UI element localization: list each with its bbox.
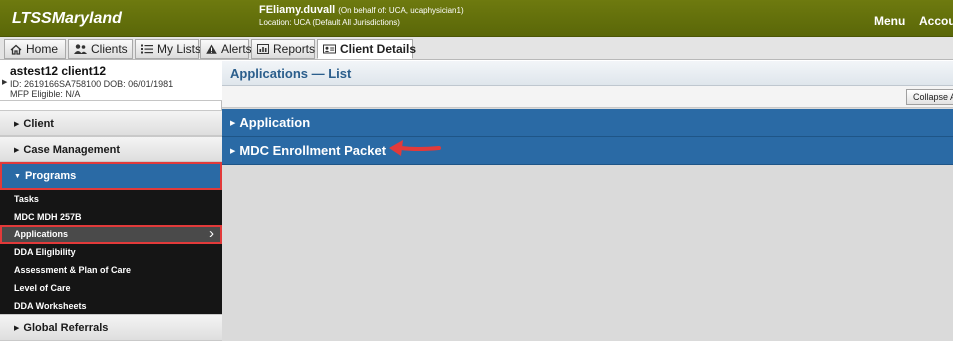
- caret-right-icon: ▶: [230, 148, 236, 155]
- app-logo[interactable]: LTSSMaryland: [12, 10, 122, 28]
- user-name: FEliamy.duvall: [259, 4, 336, 16]
- alert-icon: [206, 44, 217, 54]
- tab-clients[interactable]: Clients: [68, 39, 133, 59]
- submenu-item-assessment-plan-of-care[interactable]: Assessment & Plan of Care: [0, 261, 222, 279]
- submenu-item-dda-worksheets[interactable]: DDA Worksheets: [0, 297, 222, 315]
- sidebar: ▶ astest12 client12 ID: 2619166SA758100 …: [0, 61, 222, 341]
- submenu-item-level-of-care[interactable]: Level of Care: [0, 279, 222, 297]
- menu-link[interactable]: Menu: [874, 14, 905, 28]
- collapse-all-button[interactable]: Collapse Al: [905, 89, 953, 105]
- client-card[interactable]: ▶ astest12 client12 ID: 2619166SA758100 …: [0, 61, 222, 101]
- top-bar: LTSSMaryland FEliamy.duvall (On behalf of…: [0, 0, 953, 37]
- account-link[interactable]: Accou: [919, 14, 953, 28]
- tab-reports[interactable]: Reports: [251, 39, 315, 59]
- sidebar-item-label: Global Referrals: [23, 322, 109, 334]
- sidebar-item-case-management[interactable]: ▶ Case Management: [0, 136, 222, 162]
- tab-my-lists[interactable]: My Lists: [135, 39, 202, 59]
- list-toolbar: Collapse Al: [222, 86, 953, 108]
- tab-label: Home: [26, 42, 59, 56]
- section-label: MDC Enrollment Packet: [239, 143, 387, 158]
- section-application[interactable]: ▶ Application: [222, 109, 953, 137]
- annotation-arrow-icon: [389, 140, 441, 156]
- submenu-item-label: Applications: [14, 229, 69, 239]
- caret-right-icon: ▶: [14, 325, 20, 332]
- behalf-text: (On behalf of: UCA, ucaphysician1): [338, 6, 464, 15]
- client-name: astest12 client12: [10, 64, 107, 78]
- tab-home[interactable]: Home: [4, 39, 66, 59]
- caret-right-icon: ▶: [230, 120, 236, 127]
- user-info: FEliamy.duvall (On behalf of: UCA, ucaphy…: [259, 4, 464, 27]
- sidebar-item-label: Client: [23, 118, 54, 130]
- submenu-item-mdc-mdh-257b[interactable]: MDC MDH 257B: [0, 208, 222, 226]
- sidebar-item-global-referrals[interactable]: ▶ Global Referrals: [0, 314, 222, 341]
- tab-label: My Lists: [157, 42, 202, 56]
- id-card-icon: [323, 44, 336, 54]
- list-icon: [141, 44, 153, 54]
- main-content: Applications — List Collapse Al ▶Applica…: [222, 61, 953, 341]
- location-text: Location: UCA (Default All Jurisdictions…: [259, 18, 400, 27]
- tab-alerts[interactable]: Alerts: [200, 39, 252, 59]
- tab-label: Clients: [91, 42, 128, 56]
- caret-right-icon: ▶: [14, 147, 20, 154]
- client-id: ID: 2619166SA758100 DOB: 06/01/1981: [10, 79, 174, 89]
- tab-label: Alerts: [221, 42, 252, 56]
- caret-right-icon: ▶: [14, 121, 20, 128]
- caret-down-icon: ▼: [14, 173, 21, 180]
- sidebar-item-client[interactable]: ▶ Client: [0, 110, 222, 136]
- chevron-right-icon: ›: [209, 225, 214, 242]
- section-label: Application: [239, 115, 311, 130]
- sidebar-item-label: Case Management: [23, 144, 120, 156]
- nav-tabs: Home Clients My Lists Alerts Reports Cli…: [0, 37, 953, 60]
- user-line: FEliamy.duvall (On behalf of: UCA, ucaphy…: [259, 4, 464, 16]
- client-mfp: MFP Eligible: N/A: [10, 89, 81, 99]
- submenu-item-tasks[interactable]: Tasks: [0, 190, 222, 208]
- caret-right-icon: ▶: [2, 79, 8, 86]
- tab-label: Reports: [273, 42, 316, 56]
- section-mdc-enrollment-packet[interactable]: ▶ MDC Enrollment Packet: [222, 137, 953, 165]
- tab-label: Client Details: [340, 42, 417, 56]
- submenu-item-applications[interactable]: Applications ›: [0, 225, 222, 244]
- tab-client-details[interactable]: Client Details: [317, 39, 417, 59]
- sidebar-item-programs[interactable]: ▼ Programs: [0, 162, 222, 190]
- submenu-item-dda-eligibility[interactable]: DDA Eligibility: [0, 243, 222, 261]
- programs-submenu: Tasks MDC MDH 257B Applications › DDA El…: [0, 190, 222, 314]
- users-icon: [74, 44, 87, 54]
- reports-icon: [257, 44, 269, 54]
- sidebar-item-label: Programs: [24, 170, 77, 182]
- home-icon: [10, 44, 22, 55]
- page-title: Applications — List: [222, 61, 953, 86]
